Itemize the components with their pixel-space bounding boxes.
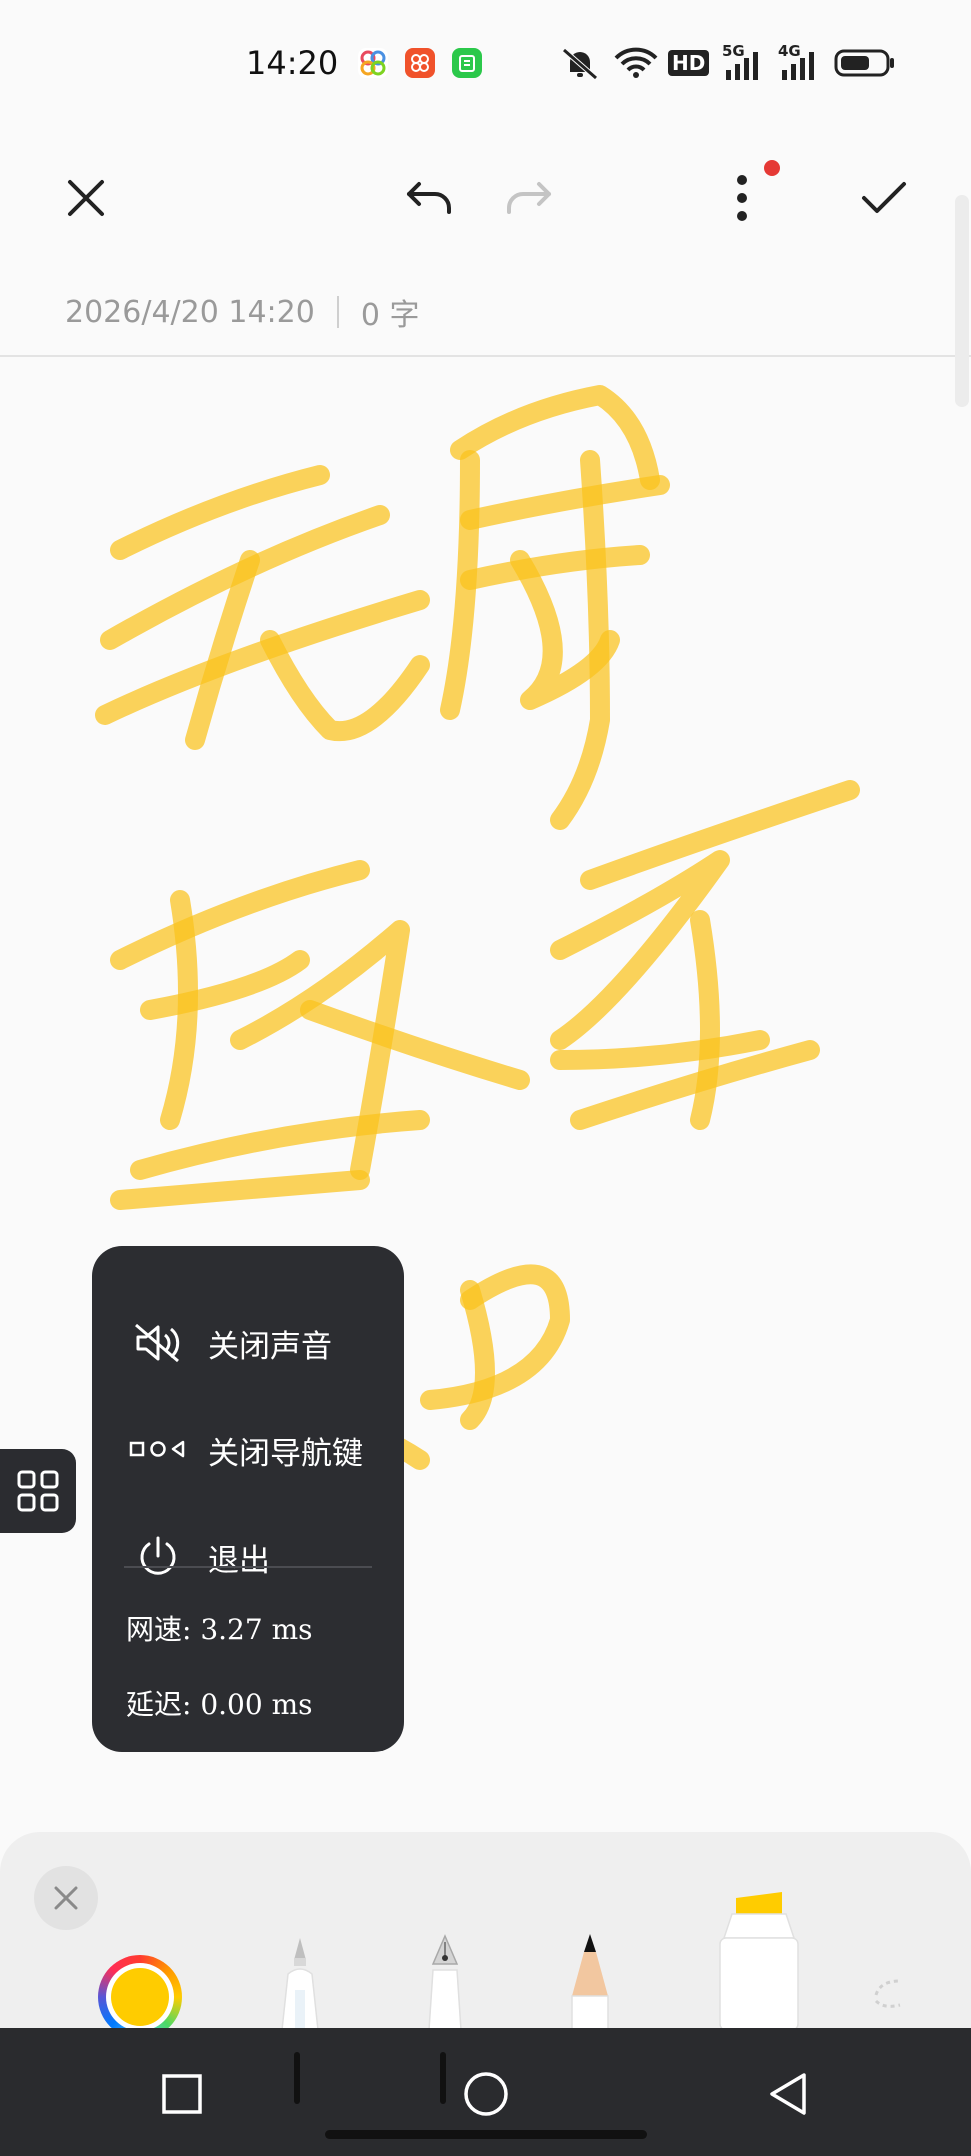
float-menu: 关闭声音 关闭导航键 退出 网速: 3.27 ms 延迟: 0.00 ms xyxy=(92,1246,404,1752)
power-icon xyxy=(126,1527,190,1587)
sound-off-icon xyxy=(126,1313,190,1373)
fountain-pen-tool[interactable] xyxy=(413,1930,477,2030)
highlighter-tool[interactable] xyxy=(706,1890,806,2030)
confirm-button[interactable] xyxy=(848,162,920,234)
float-menu-toggle[interactable] xyxy=(0,1449,76,1533)
hd-label: HD xyxy=(668,50,710,76)
network-speed: 网速: 3.27 ms xyxy=(126,1613,313,1646)
note-timestamp: 2026/4/20 14:20 xyxy=(65,294,315,330)
close-pen-toolbar-button[interactable] xyxy=(34,1866,98,1930)
eraser-tool[interactable] xyxy=(870,1975,910,2015)
undo-icon xyxy=(407,182,451,214)
menu-divider xyxy=(124,1566,372,1568)
hd-icon: HD xyxy=(668,46,710,80)
net1-label: 5G xyxy=(722,42,745,60)
close-icon xyxy=(54,1886,78,1910)
selected-color-swatch xyxy=(111,1968,169,2026)
latency: 延迟: 0.00 ms xyxy=(126,1688,313,1721)
signal-4g-icon: 4G xyxy=(778,42,822,80)
status-time: 14:20 xyxy=(246,44,339,82)
check-icon xyxy=(862,182,906,213)
note-meta: 2026/4/20 14:20 0 字 xyxy=(65,290,419,334)
net2-label: 4G xyxy=(778,42,801,60)
undo-button[interactable] xyxy=(394,162,466,234)
word-count: 0 字 xyxy=(360,298,420,333)
grid-icon xyxy=(17,1470,59,1512)
home-button[interactable] xyxy=(438,2058,534,2130)
ballpoint-pen-tool[interactable] xyxy=(268,1930,332,2030)
menu-item-sound-off[interactable]: 关闭声音 xyxy=(92,1303,404,1383)
menu-item-exit[interactable]: 退出 xyxy=(92,1517,404,1597)
menu-label-exit: 退出 xyxy=(208,1542,270,1579)
close-button[interactable] xyxy=(50,162,122,234)
close-icon xyxy=(68,180,104,216)
home-circle-icon xyxy=(464,2072,508,2116)
recents-button[interactable] xyxy=(134,2058,230,2130)
color-picker[interactable] xyxy=(98,1955,182,2039)
signal-5g-icon: 5G xyxy=(722,42,766,80)
recents-square-icon xyxy=(162,2074,202,2114)
redo-button[interactable] xyxy=(492,162,564,234)
status-bar: 14:20 HD 5G 4G xyxy=(0,0,971,130)
nav-keys-icon xyxy=(126,1420,190,1480)
menu-label-nav-keys-off: 关闭导航键 xyxy=(208,1435,363,1472)
home-indicator xyxy=(325,2130,647,2139)
menu-item-nav-keys-off[interactable]: 关闭导航键 xyxy=(92,1410,404,1490)
pencil-tool[interactable] xyxy=(558,1930,622,2030)
back-button[interactable] xyxy=(740,2058,836,2130)
mute-bell-icon xyxy=(558,46,602,80)
menu-label-sound-off: 关闭声音 xyxy=(208,1328,332,1365)
header-divider xyxy=(0,355,971,357)
app-green-icon xyxy=(452,48,482,78)
wifi-icon xyxy=(614,46,658,80)
pen-shadow-1 xyxy=(294,2052,300,2104)
battery-icon xyxy=(834,46,896,80)
redo-icon xyxy=(507,182,551,214)
app-multicolor-icon xyxy=(358,48,388,78)
back-triangle-icon xyxy=(770,2073,806,2115)
notification-dot xyxy=(764,160,780,176)
meta-divider xyxy=(336,296,339,328)
more-icon xyxy=(737,175,747,221)
app-orange-icon xyxy=(405,48,435,78)
